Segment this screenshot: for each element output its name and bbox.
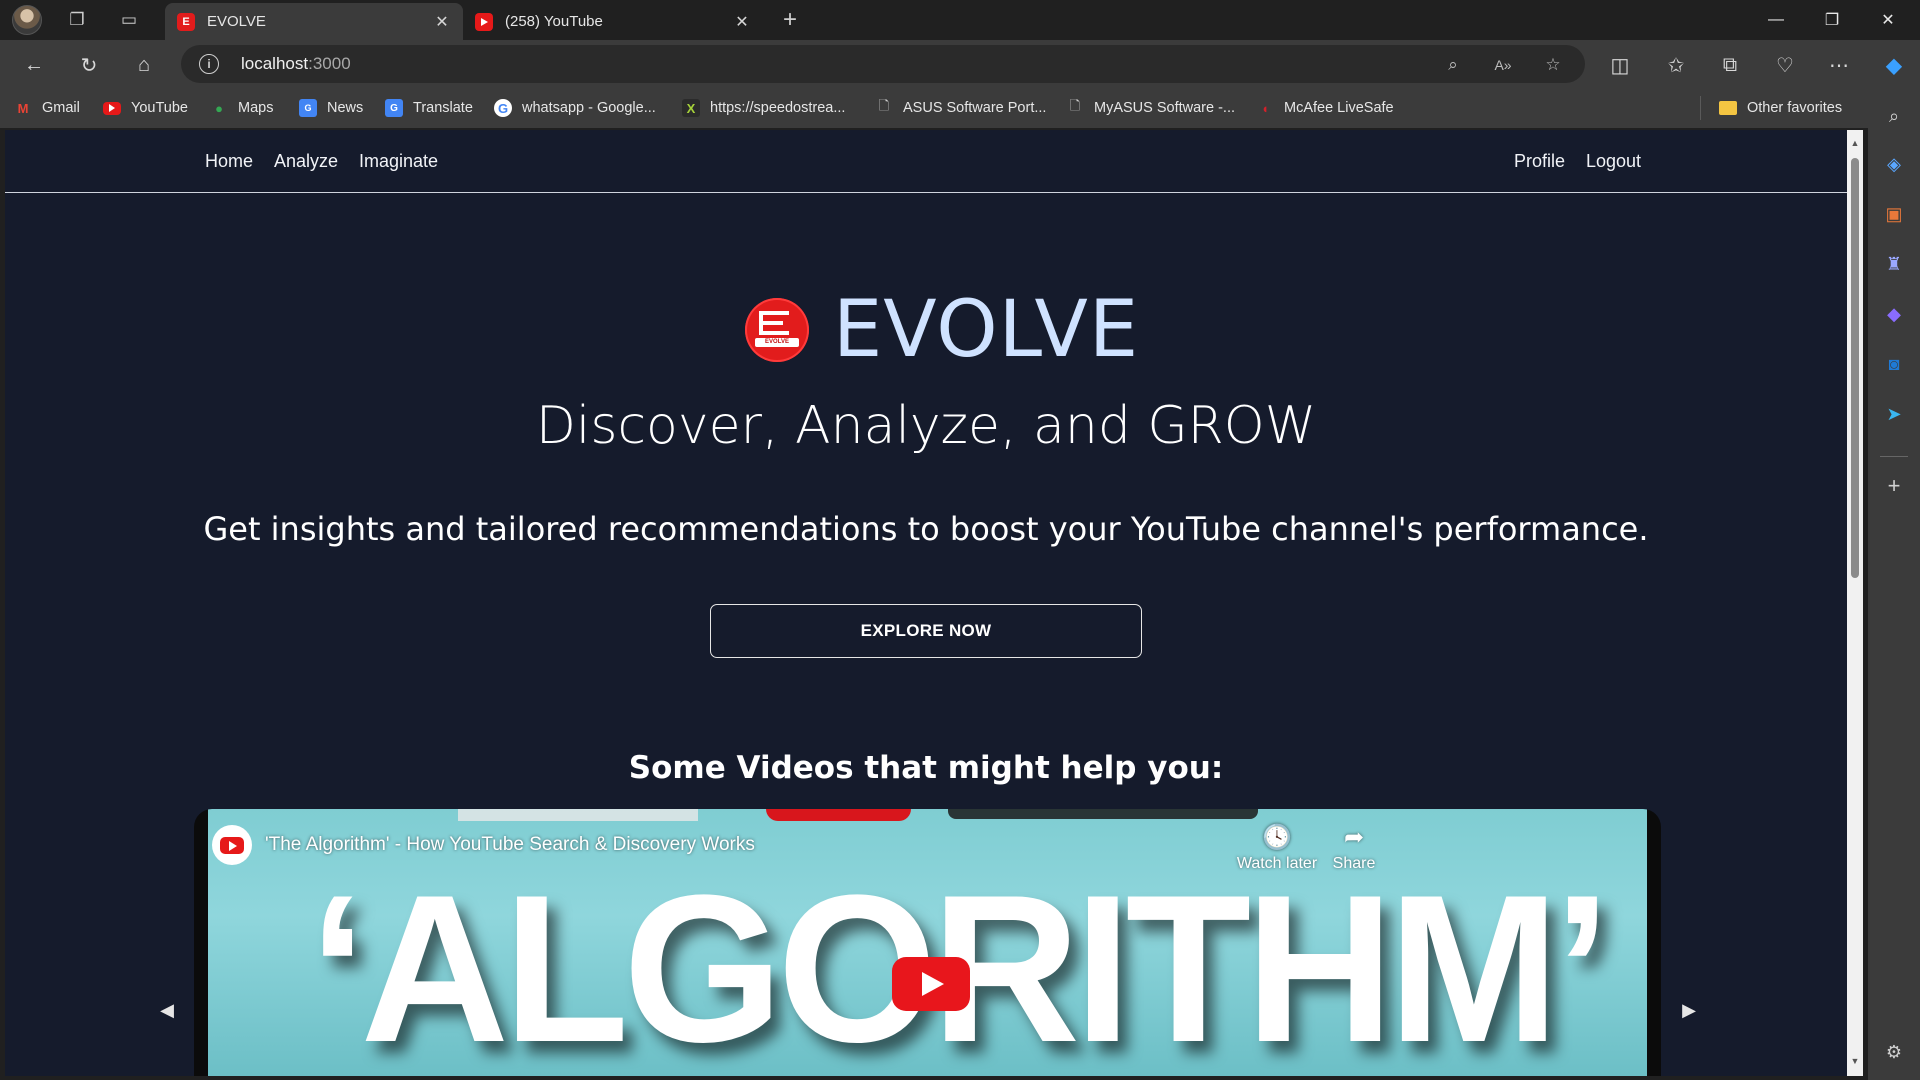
news-icon: G <box>299 99 317 117</box>
outlook-icon[interactable]: ◙ <box>1880 350 1908 378</box>
address-bar[interactable]: i localhost:3000 ⌕ A» ☆ <box>181 45 1585 83</box>
thumbnail-background-shape <box>766 809 911 821</box>
thumbnail-background-shape <box>458 809 698 821</box>
back-icon[interactable]: ← <box>18 49 50 81</box>
mcafee-icon: ◖ <box>1261 100 1269 116</box>
videos-section-title: Some Videos that might help you: <box>628 750 1224 786</box>
youtube-icon <box>103 101 121 115</box>
favorite-whatsapp-google[interactable]: Gwhatsapp - Google... <box>494 97 656 119</box>
copilot-icon[interactable]: ◆ <box>1878 49 1910 81</box>
home-icon[interactable]: ⌂ <box>128 49 160 81</box>
hero-subtitle: Get insights and tailored recommendation… <box>203 510 1649 548</box>
new-tab-button[interactable]: + <box>775 6 805 34</box>
tab-strip: ❐ ▭ E EVOLVE ✕ (258) YouTube ✕ + — ❐ ✕ <box>0 0 1920 40</box>
tab-youtube[interactable]: (258) YouTube ✕ <box>463 3 763 40</box>
collections-icon[interactable]: ⧉ <box>1714 49 1746 81</box>
nav-profile-link[interactable]: Profile <box>1514 151 1565 172</box>
evolve-logo-icon: EVOLVE <box>745 298 809 362</box>
hero-headline: Discover, Analyze, and GROW <box>535 396 1317 456</box>
play-button-icon[interactable] <box>892 957 970 1011</box>
thumbnail-background-shape <box>948 809 1258 819</box>
favorite-star-icon[interactable]: ☆ <box>1540 52 1566 78</box>
gmail-icon: M <box>17 100 29 116</box>
favorite-news[interactable]: G News <box>299 97 363 119</box>
split-screen-icon[interactable]: ◫ <box>1604 49 1636 81</box>
tab-title: EVOLVE <box>207 13 266 30</box>
page-scrollbar[interactable]: ▲ ▼ <box>1847 130 1863 1076</box>
zoom-icon[interactable]: ⌕ <box>1440 52 1466 78</box>
youtube-channel-icon[interactable] <box>212 825 252 865</box>
favorite-youtube[interactable]: YouTube <box>103 97 188 119</box>
folder-icon <box>1719 101 1737 115</box>
url-text[interactable]: localhost:3000 <box>241 54 351 74</box>
favorite-myasus[interactable]: 🗋 MyASUS Software -... <box>1066 97 1235 119</box>
favorites-icon[interactable]: ✩ <box>1660 49 1692 81</box>
edge-sidebar: ⌕ ◈ ▣ ♜ ◆ ◙ ➤ + ⚙ <box>1868 88 1920 1080</box>
video-title[interactable]: 'The Algorithm' - How YouTube Search & D… <box>265 834 755 856</box>
favorites-bar: M Gmail YouTube ● Maps G News G Translate Gw… <box>0 88 1868 128</box>
favorites-divider <box>1700 96 1701 120</box>
read-aloud-icon[interactable]: A» <box>1490 52 1516 78</box>
minimize-icon[interactable]: — <box>1748 0 1804 40</box>
favorite-gmail[interactable]: M Gmail <box>14 97 80 119</box>
brand-name: EVOLVE <box>833 285 1140 375</box>
games-icon[interactable]: ♜ <box>1880 250 1908 278</box>
google-icon: G <box>494 99 512 117</box>
add-icon[interactable]: + <box>1880 472 1908 500</box>
close-window-icon[interactable]: ✕ <box>1860 0 1916 40</box>
other-favorites-folder[interactable]: Other favorites <box>1719 97 1842 119</box>
page-icon: 🗋 <box>878 98 890 113</box>
favorite-speedostream[interactable]: Xhttps://speedostrea... <box>682 97 845 119</box>
address-toolbar: ← ↻ ⌂ i localhost:3000 ⌕ A» ☆ ◫ ✩ ⧉ ♡ ⋯ … <box>0 40 1920 88</box>
send-icon[interactable]: ➤ <box>1880 400 1908 428</box>
favorite-maps[interactable]: ● Maps <box>210 97 273 119</box>
tab-actions-icon[interactable]: ▭ <box>114 6 144 34</box>
favorite-translate[interactable]: G Translate <box>385 97 473 119</box>
site-info-icon[interactable]: i <box>199 54 219 74</box>
sidebar-divider <box>1880 456 1908 457</box>
brand-header: EVOLVE EVOLVE <box>745 285 1139 375</box>
search-icon[interactable]: ⌕ <box>1880 102 1908 130</box>
favorite-asus-software[interactable]: 🗋 ASUS Software Port... <box>875 97 1047 119</box>
share-arrow-icon: ➦ <box>1343 824 1365 851</box>
scrollbar-thumb[interactable] <box>1851 158 1859 578</box>
refresh-icon[interactable]: ↻ <box>73 49 105 81</box>
tab-title: (258) YouTube <box>505 13 603 30</box>
explore-now-button[interactable]: EXPLORE NOW <box>710 604 1142 658</box>
nav-home-link[interactable]: Home <box>205 151 253 172</box>
settings-gear-icon[interactable]: ⚙ <box>1880 1038 1908 1066</box>
embedded-video-player[interactable]: ‘ALGORITHM’ 'The Algorithm' - How YouTub… <box>208 809 1647 1076</box>
tools-icon[interactable]: ▣ <box>1880 200 1908 228</box>
maps-icon: ● <box>215 100 223 116</box>
nav-analyze-link[interactable]: Analyze <box>274 151 338 172</box>
carousel-next-icon[interactable]: ▶ <box>1681 998 1697 1022</box>
web-page: Home Analyze Imaginate Profile Logout EV… <box>5 130 1847 1076</box>
nav-imaginate-link[interactable]: Imaginate <box>359 151 438 172</box>
evolve-favicon-icon: E <box>177 12 195 31</box>
profile-avatar[interactable] <box>12 5 42 35</box>
favorite-mcafee[interactable]: ◖ McAfee LiveSafe <box>1256 97 1394 119</box>
shopping-tag-icon[interactable]: ◈ <box>1880 150 1908 178</box>
carousel-prev-icon[interactable]: ◀ <box>159 998 175 1022</box>
page-icon: 🗋 <box>1069 98 1081 113</box>
site-navbar: Home Analyze Imaginate Profile Logout <box>5 130 1847 193</box>
nav-logout-link[interactable]: Logout <box>1586 151 1641 172</box>
close-tab-icon[interactable]: ✕ <box>431 11 453 33</box>
more-options-icon[interactable]: ⋯ <box>1823 49 1855 81</box>
translate-icon: G <box>385 99 403 117</box>
workspaces-icon[interactable]: ❐ <box>62 6 92 34</box>
browser-essentials-icon[interactable]: ♡ <box>1769 49 1801 81</box>
scroll-up-icon[interactable]: ▲ <box>1850 138 1860 148</box>
youtube-favicon-icon <box>475 12 493 31</box>
restore-icon[interactable]: ❐ <box>1804 0 1860 40</box>
tab-evolve[interactable]: E EVOLVE ✕ <box>165 3 463 40</box>
x-icon: X <box>682 99 700 117</box>
video-carousel: ‘ALGORITHM’ 'The Algorithm' - How YouTub… <box>194 809 1661 1076</box>
scroll-down-icon[interactable]: ▼ <box>1850 1056 1860 1066</box>
share-button[interactable]: ➦ Share <box>1309 823 1399 873</box>
copilot-sidebar-icon[interactable]: ◆ <box>1880 300 1908 328</box>
close-tab-icon[interactable]: ✕ <box>731 11 753 33</box>
